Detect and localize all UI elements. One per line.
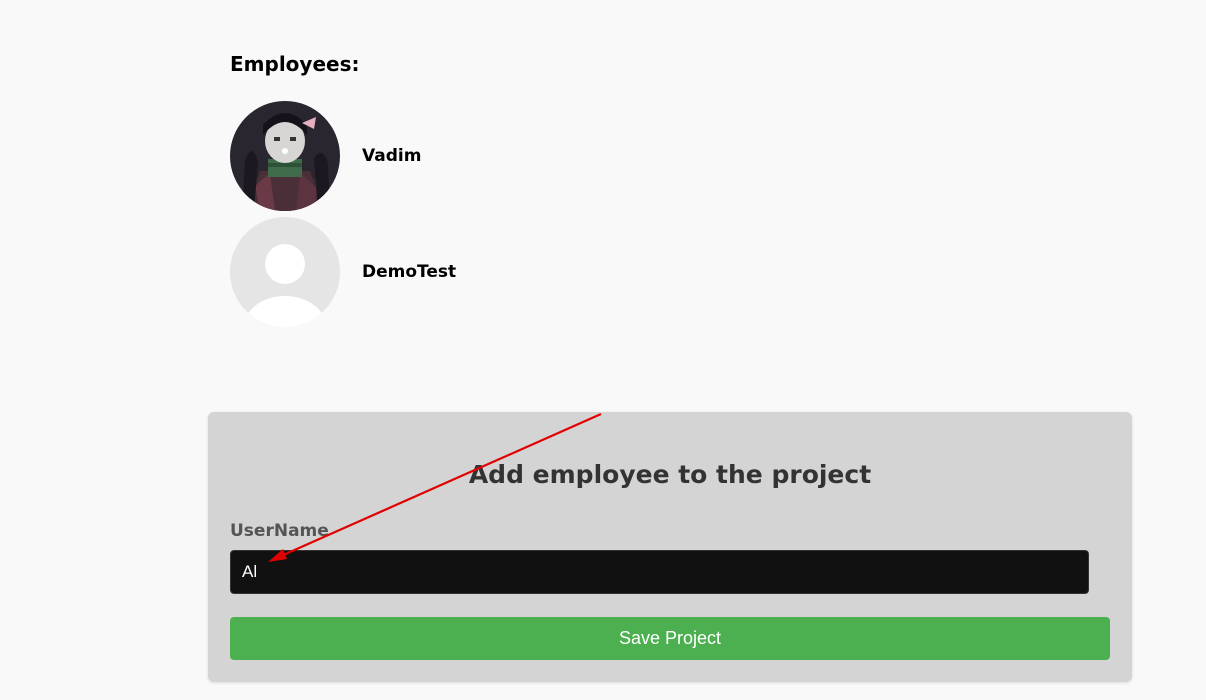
add-employee-card: Add employee to the project UserName Sav… <box>208 412 1132 682</box>
employee-name: Vadim <box>362 146 422 166</box>
save-project-button[interactable]: Save Project <box>230 617 1110 660</box>
add-employee-title: Add employee to the project <box>468 460 872 489</box>
username-input[interactable] <box>230 550 1089 594</box>
username-label: UserName <box>230 521 329 541</box>
employee-item-vadim: Vadim <box>230 101 421 211</box>
employee-item-demotest: DemoTest <box>230 217 456 327</box>
employees-heading: Employees: <box>230 52 360 76</box>
default-user-placeholder-icon <box>230 217 340 327</box>
page: Employees: Vadim DemoTest Add employee t… <box>0 0 1206 700</box>
employee-name: DemoTest <box>362 262 457 282</box>
avatar-vadim <box>230 101 340 211</box>
